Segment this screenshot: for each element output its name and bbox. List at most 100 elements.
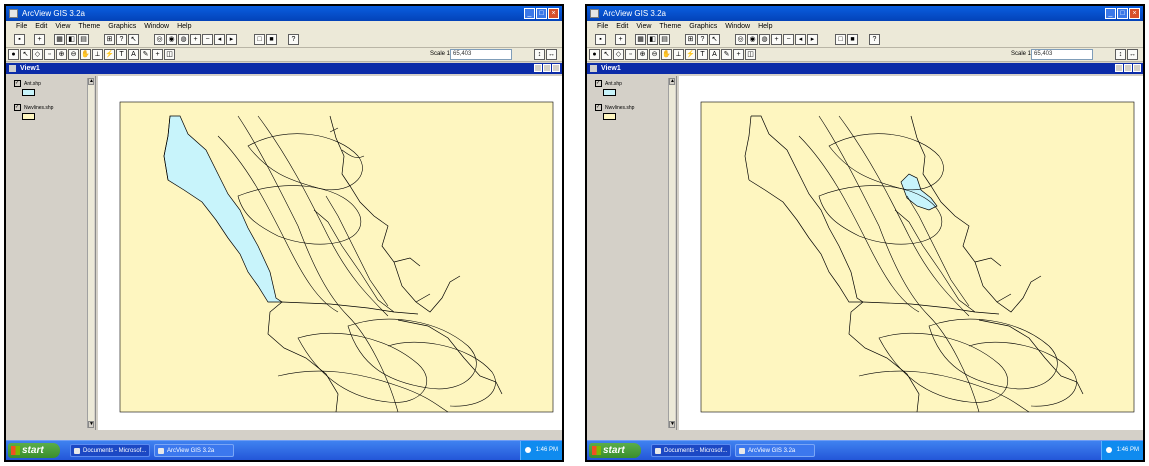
view-titlebar[interactable]: View1 (587, 63, 1143, 74)
app-titlebar[interactable]: ArcView GIS 3.2a _ □ × (6, 6, 562, 21)
measure-tool-icon[interactable]: ⟂ (673, 49, 684, 60)
close-button[interactable]: × (548, 8, 559, 19)
layout-button[interactable]: ■ (847, 34, 858, 45)
scroll-down-arrow-icon[interactable]: ▼ (88, 421, 94, 428)
tray-icon[interactable] (1106, 447, 1112, 453)
zoom-in-button[interactable]: + (771, 34, 782, 45)
menu-help[interactable]: Help (758, 21, 772, 32)
draw-tool-icon[interactable]: ✎ (721, 49, 732, 60)
shape-tool-icon[interactable]: ◫ (745, 49, 756, 60)
save-project-button[interactable]: ▪ (14, 34, 25, 45)
menu-view[interactable]: View (636, 21, 651, 32)
zoom-full-button[interactable]: ◎ (154, 34, 165, 45)
query-builder-button[interactable]: ? (116, 34, 127, 45)
zoom-out-button[interactable]: − (783, 34, 794, 45)
pan-tool-icon[interactable]: ✋ (80, 49, 91, 60)
label-tool-icon[interactable]: T (116, 49, 127, 60)
zoom-out-tool-icon[interactable]: ⊖ (68, 49, 79, 60)
add-theme-button[interactable]: + (34, 34, 45, 45)
shape-tool-icon[interactable]: ◫ (164, 49, 175, 60)
view-minimize-button[interactable] (1115, 64, 1123, 72)
minimize-button[interactable]: _ (524, 8, 535, 19)
app-titlebar[interactable]: ArcView GIS 3.2a _ □ × (587, 6, 1143, 21)
maximize-button[interactable]: □ (536, 8, 547, 19)
view-close-button[interactable] (552, 64, 560, 72)
theme-entry-nwvlines[interactable]: ✓ Nwvlines.shp (14, 104, 53, 120)
zoom-previous-button[interactable]: ◂ (214, 34, 225, 45)
find-button[interactable]: ⊞ (104, 34, 115, 45)
menu-theme[interactable]: Theme (659, 21, 681, 32)
close-button[interactable]: × (1129, 8, 1140, 19)
theme-color-swatch[interactable] (22, 89, 35, 96)
taskbar-item-arcview[interactable]: ArcView GIS 3.2a (154, 444, 234, 457)
scale-input[interactable]: 65,403 (1031, 49, 1093, 60)
map-display[interactable] (98, 76, 562, 430)
taskbar-item-documents[interactable]: Documents - Microsof... (70, 444, 150, 457)
draw-tool-icon[interactable]: ✎ (140, 49, 151, 60)
theme-color-swatch[interactable] (603, 89, 616, 96)
select-by-theme-button[interactable]: ▸ (807, 34, 818, 45)
zoom-in-tool-icon[interactable]: ⊕ (56, 49, 67, 60)
select-by-theme-button[interactable]: ▸ (226, 34, 237, 45)
clear-selection-button[interactable]: □ (835, 34, 846, 45)
theme-color-swatch[interactable] (22, 113, 35, 120)
menu-file[interactable]: File (16, 21, 27, 32)
zoom-full-button[interactable]: ◎ (735, 34, 746, 45)
theme-visible-checkbox[interactable]: ✓ (595, 104, 602, 111)
measure-tool-icon[interactable]: ⟂ (92, 49, 103, 60)
select-feature-tool-icon[interactable]: ▫ (625, 49, 636, 60)
scroll-up-arrow-icon[interactable]: ▲ (88, 78, 94, 85)
scroll-down-arrow-icon[interactable]: ▼ (669, 421, 675, 428)
select-pointer-button[interactable]: ↖ (709, 34, 720, 45)
maximize-button[interactable]: □ (1117, 8, 1128, 19)
identify-tool-icon[interactable]: ● (589, 49, 600, 60)
menu-edit[interactable]: Edit (35, 21, 47, 32)
toc-scrollbar[interactable]: ▲ ▼ (668, 78, 675, 428)
taskbar-item-documents[interactable]: Documents - Microsof... (651, 444, 731, 457)
add-theme-button[interactable]: + (615, 34, 626, 45)
view-minimize-button[interactable] (534, 64, 542, 72)
theme-color-swatch[interactable] (603, 113, 616, 120)
zoom-in-button[interactable]: + (190, 34, 201, 45)
pointer-tool-icon[interactable]: ↖ (20, 49, 31, 60)
menu-window[interactable]: Window (725, 21, 750, 32)
select-feature-tool-icon[interactable]: ▫ (44, 49, 55, 60)
pointer-tool-icon[interactable]: ↖ (601, 49, 612, 60)
layout-button[interactable]: ■ (266, 34, 277, 45)
menu-theme[interactable]: Theme (78, 21, 100, 32)
minimize-button[interactable]: _ (1105, 8, 1116, 19)
vertex-edit-tool-icon[interactable]: ◇ (32, 49, 43, 60)
view-maximize-button[interactable] (1124, 64, 1132, 72)
vertex-edit-tool-icon[interactable]: ◇ (613, 49, 624, 60)
pan-tool-icon[interactable]: ✋ (661, 49, 672, 60)
zoom-active-button[interactable]: ◉ (747, 34, 758, 45)
identify-tool-icon[interactable]: ● (8, 49, 19, 60)
theme-entry-ant[interactable]: ✓ Ant.shp (595, 80, 622, 96)
theme-entry-nwvlines[interactable]: ✓ Nwvlines.shp (595, 104, 634, 120)
clear-selection-button[interactable]: □ (254, 34, 265, 45)
menu-edit[interactable]: Edit (616, 21, 628, 32)
table-button[interactable]: ▤ (78, 34, 89, 45)
tray-icon[interactable] (525, 447, 531, 453)
zoom-active-button[interactable]: ◉ (166, 34, 177, 45)
theme-visible-checkbox[interactable]: ✓ (14, 104, 21, 111)
zoom-out-button[interactable]: − (202, 34, 213, 45)
help-button[interactable]: ? (869, 34, 880, 45)
view-maximize-button[interactable] (543, 64, 551, 72)
theme-visible-checkbox[interactable]: ✓ (595, 80, 602, 87)
theme-properties-button[interactable]: ▦ (54, 34, 65, 45)
map-display[interactable] (679, 76, 1143, 430)
find-button[interactable]: ⊞ (685, 34, 696, 45)
menu-help[interactable]: Help (177, 21, 191, 32)
table-button[interactable]: ▤ (659, 34, 670, 45)
zoom-out-tool-icon[interactable]: ⊖ (649, 49, 660, 60)
snap-tool-icon[interactable]: + (152, 49, 163, 60)
view-close-button[interactable] (1133, 64, 1141, 72)
query-builder-button[interactable]: ? (697, 34, 708, 45)
label-tool-icon[interactable]: T (697, 49, 708, 60)
zoom-selected-button[interactable]: ◍ (178, 34, 189, 45)
menu-file[interactable]: File (597, 21, 608, 32)
menu-graphics[interactable]: Graphics (689, 21, 717, 32)
theme-entry-ant[interactable]: ✓ Ant.shp (14, 80, 41, 96)
toc-scrollbar[interactable]: ▲ ▼ (87, 78, 94, 428)
